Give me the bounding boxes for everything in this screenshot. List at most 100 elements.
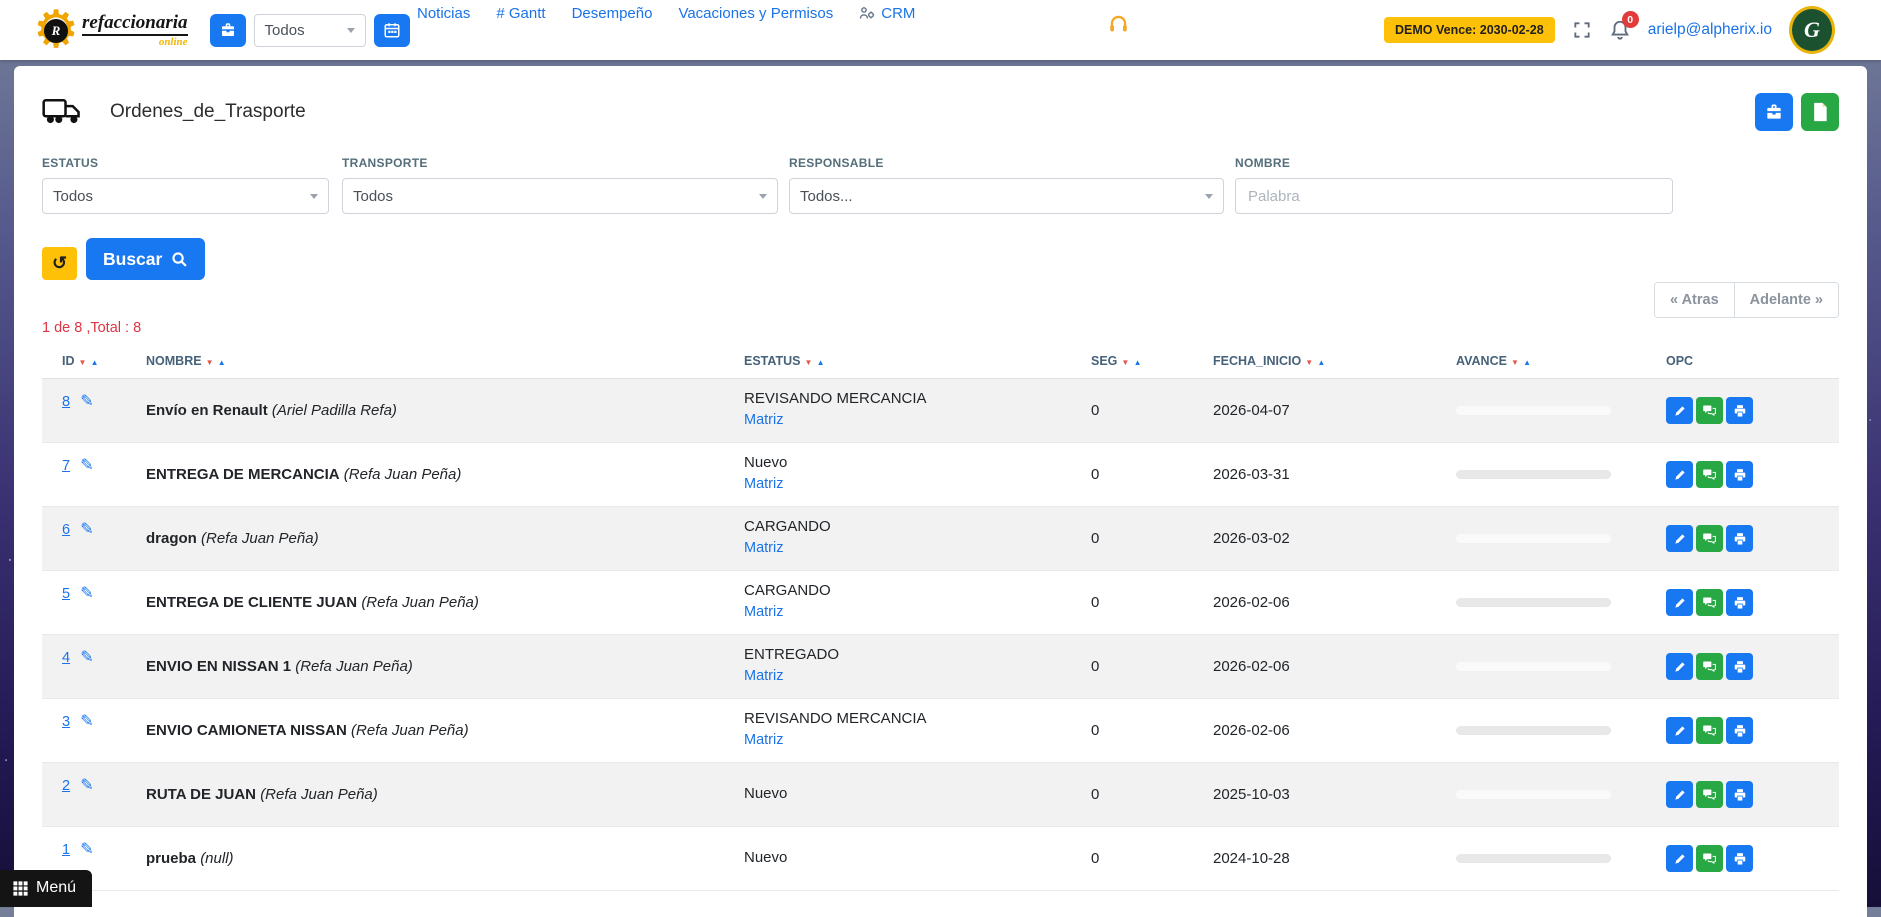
sort-asc-icon[interactable]: ▲ xyxy=(817,358,826,367)
reset-filters-button[interactable]: ↺ xyxy=(42,247,77,280)
results-count: 1 de 8 ,Total : 8 xyxy=(42,320,1839,336)
print-button[interactable] xyxy=(1726,653,1753,680)
print-button[interactable] xyxy=(1726,525,1753,552)
order-id-link[interactable]: 3 xyxy=(62,714,70,730)
nav-link-crm[interactable]: CRM xyxy=(859,5,915,22)
notifications-bell[interactable]: 0 xyxy=(1609,18,1631,42)
filter-estatus-select[interactable]: Todos xyxy=(42,178,329,214)
order-status: Nuevo xyxy=(744,453,1083,473)
print-button[interactable] xyxy=(1726,461,1753,488)
printer-icon xyxy=(1733,724,1747,738)
sort-asc-icon[interactable]: ▲ xyxy=(1134,358,1143,367)
col-header-nombre[interactable]: NOMBRE▼ ▲ xyxy=(142,346,740,379)
nav-link-desempeno[interactable]: Desempeño xyxy=(572,5,653,22)
edit-order-button[interactable] xyxy=(1666,717,1693,744)
edit-pencil-icon[interactable]: ✎ xyxy=(80,521,93,538)
comments-button[interactable] xyxy=(1696,589,1723,616)
order-id-link[interactable]: 4 xyxy=(62,650,70,666)
edit-pencil-icon[interactable]: ✎ xyxy=(80,585,93,602)
edit-pencil-icon[interactable]: ✎ xyxy=(80,649,93,666)
sort-desc-icon[interactable]: ▼ xyxy=(1121,358,1130,367)
user-email-link[interactable]: arielp@alpherix.io xyxy=(1648,21,1772,39)
branch-link[interactable]: Matriz xyxy=(744,604,783,620)
sort-asc-icon[interactable]: ▲ xyxy=(1317,358,1326,367)
comments-button[interactable] xyxy=(1696,525,1723,552)
order-id-link[interactable]: 5 xyxy=(62,586,70,602)
print-report-button[interactable] xyxy=(1755,93,1793,131)
order-seg: 0 xyxy=(1087,635,1209,699)
order-id-link[interactable]: 6 xyxy=(62,522,70,538)
edit-pencil-icon[interactable]: ✎ xyxy=(80,713,93,730)
col-header-estatus[interactable]: ESTATUS▼ ▲ xyxy=(740,346,1087,379)
edit-order-button[interactable] xyxy=(1666,525,1693,552)
branch-link[interactable]: Matriz xyxy=(744,732,783,748)
print-button[interactable] xyxy=(1726,781,1753,808)
edit-order-button[interactable] xyxy=(1666,461,1693,488)
comments-button[interactable] xyxy=(1696,845,1723,872)
prev-page-button[interactable]: « Atras xyxy=(1655,283,1735,317)
order-id-link[interactable]: 8 xyxy=(62,394,70,410)
print-button[interactable] xyxy=(1726,397,1753,424)
order-id-link[interactable]: 1 xyxy=(62,842,70,858)
order-id-link[interactable]: 7 xyxy=(62,458,70,474)
nav-link-vacaciones[interactable]: Vacaciones y Permisos xyxy=(678,5,833,22)
buscar-button[interactable]: Buscar xyxy=(86,238,205,280)
branch-link[interactable]: Matriz xyxy=(744,412,783,428)
sort-asc-icon[interactable]: ▲ xyxy=(1523,358,1532,367)
edit-order-button[interactable] xyxy=(1666,781,1693,808)
nav-link-noticias[interactable]: Noticias xyxy=(417,5,470,22)
comments-button[interactable] xyxy=(1696,653,1723,680)
edit-pencil-icon[interactable]: ✎ xyxy=(80,777,93,794)
sort-desc-icon[interactable]: ▼ xyxy=(79,358,88,367)
order-id-link[interactable]: 2 xyxy=(62,778,70,794)
col-header-fecha-inicio[interactable]: FECHA_INICIO▼ ▲ xyxy=(1209,346,1452,379)
filter-nombre-label: NOMBRE xyxy=(1235,156,1673,170)
sort-desc-icon[interactable]: ▼ xyxy=(804,358,813,367)
calendar-button[interactable] xyxy=(374,14,410,47)
sort-desc-icon[interactable]: ▼ xyxy=(1511,358,1520,367)
sort-desc-icon[interactable]: ▼ xyxy=(1305,358,1314,367)
order-name: ENVIO CAMIONETA NISSAN xyxy=(146,722,347,739)
branch-link[interactable]: Matriz xyxy=(744,668,783,684)
order-seg: 0 xyxy=(1087,379,1209,443)
print-button[interactable] xyxy=(1726,717,1753,744)
col-header-avance[interactable]: AVANCE▼ ▲ xyxy=(1452,346,1662,379)
branch-link[interactable]: Matriz xyxy=(744,476,783,492)
filter-transporte-select[interactable]: Todos xyxy=(342,178,778,214)
filter-responsable-select[interactable]: Todos... xyxy=(789,178,1224,214)
nav-link-gantt[interactable]: # Gantt xyxy=(496,5,545,22)
col-header-id[interactable]: ID▼ ▲ xyxy=(42,346,142,379)
brand-logo[interactable]: ⚙ R refaccionaria online xyxy=(30,0,188,60)
comments-button[interactable] xyxy=(1696,461,1723,488)
org-logo[interactable]: G xyxy=(1789,6,1835,54)
order-owner: (Refa Juan Peña) xyxy=(201,530,319,547)
comments-button[interactable] xyxy=(1696,397,1723,424)
edit-pencil-icon[interactable]: ✎ xyxy=(80,841,93,858)
comments-button[interactable] xyxy=(1696,717,1723,744)
edit-pencil-icon[interactable]: ✎ xyxy=(80,393,93,410)
edit-order-button[interactable] xyxy=(1666,845,1693,872)
edit-order-button[interactable] xyxy=(1666,653,1693,680)
support-headset-icon[interactable] xyxy=(1108,13,1129,34)
menu-button[interactable]: Menú xyxy=(0,870,92,907)
branch-link[interactable]: Matriz xyxy=(744,540,783,556)
order-owner: (Ariel Padilla Refa) xyxy=(272,402,397,419)
sort-desc-icon[interactable]: ▼ xyxy=(206,358,215,367)
sort-asc-icon[interactable]: ▲ xyxy=(218,358,227,367)
edit-order-button[interactable] xyxy=(1666,589,1693,616)
edit-order-button[interactable] xyxy=(1666,397,1693,424)
toolbox-button[interactable] xyxy=(210,14,246,47)
export-file-button[interactable] xyxy=(1801,93,1839,131)
edit-pencil-icon[interactable]: ✎ xyxy=(80,457,93,474)
main-nav: Noticias # Gantt Desempeño Vacaciones y … xyxy=(417,5,915,22)
col-header-seg[interactable]: SEG▼ ▲ xyxy=(1087,346,1209,379)
nombre-search-input[interactable] xyxy=(1235,178,1673,214)
printer-icon xyxy=(1733,788,1747,802)
print-button[interactable] xyxy=(1726,589,1753,616)
next-page-button[interactable]: Adelante » xyxy=(1735,283,1838,317)
fullscreen-icon[interactable] xyxy=(1572,20,1592,40)
comments-button[interactable] xyxy=(1696,781,1723,808)
navbar-filter-select[interactable]: Todos xyxy=(254,14,366,47)
print-button[interactable] xyxy=(1726,845,1753,872)
sort-asc-icon[interactable]: ▲ xyxy=(91,358,100,367)
